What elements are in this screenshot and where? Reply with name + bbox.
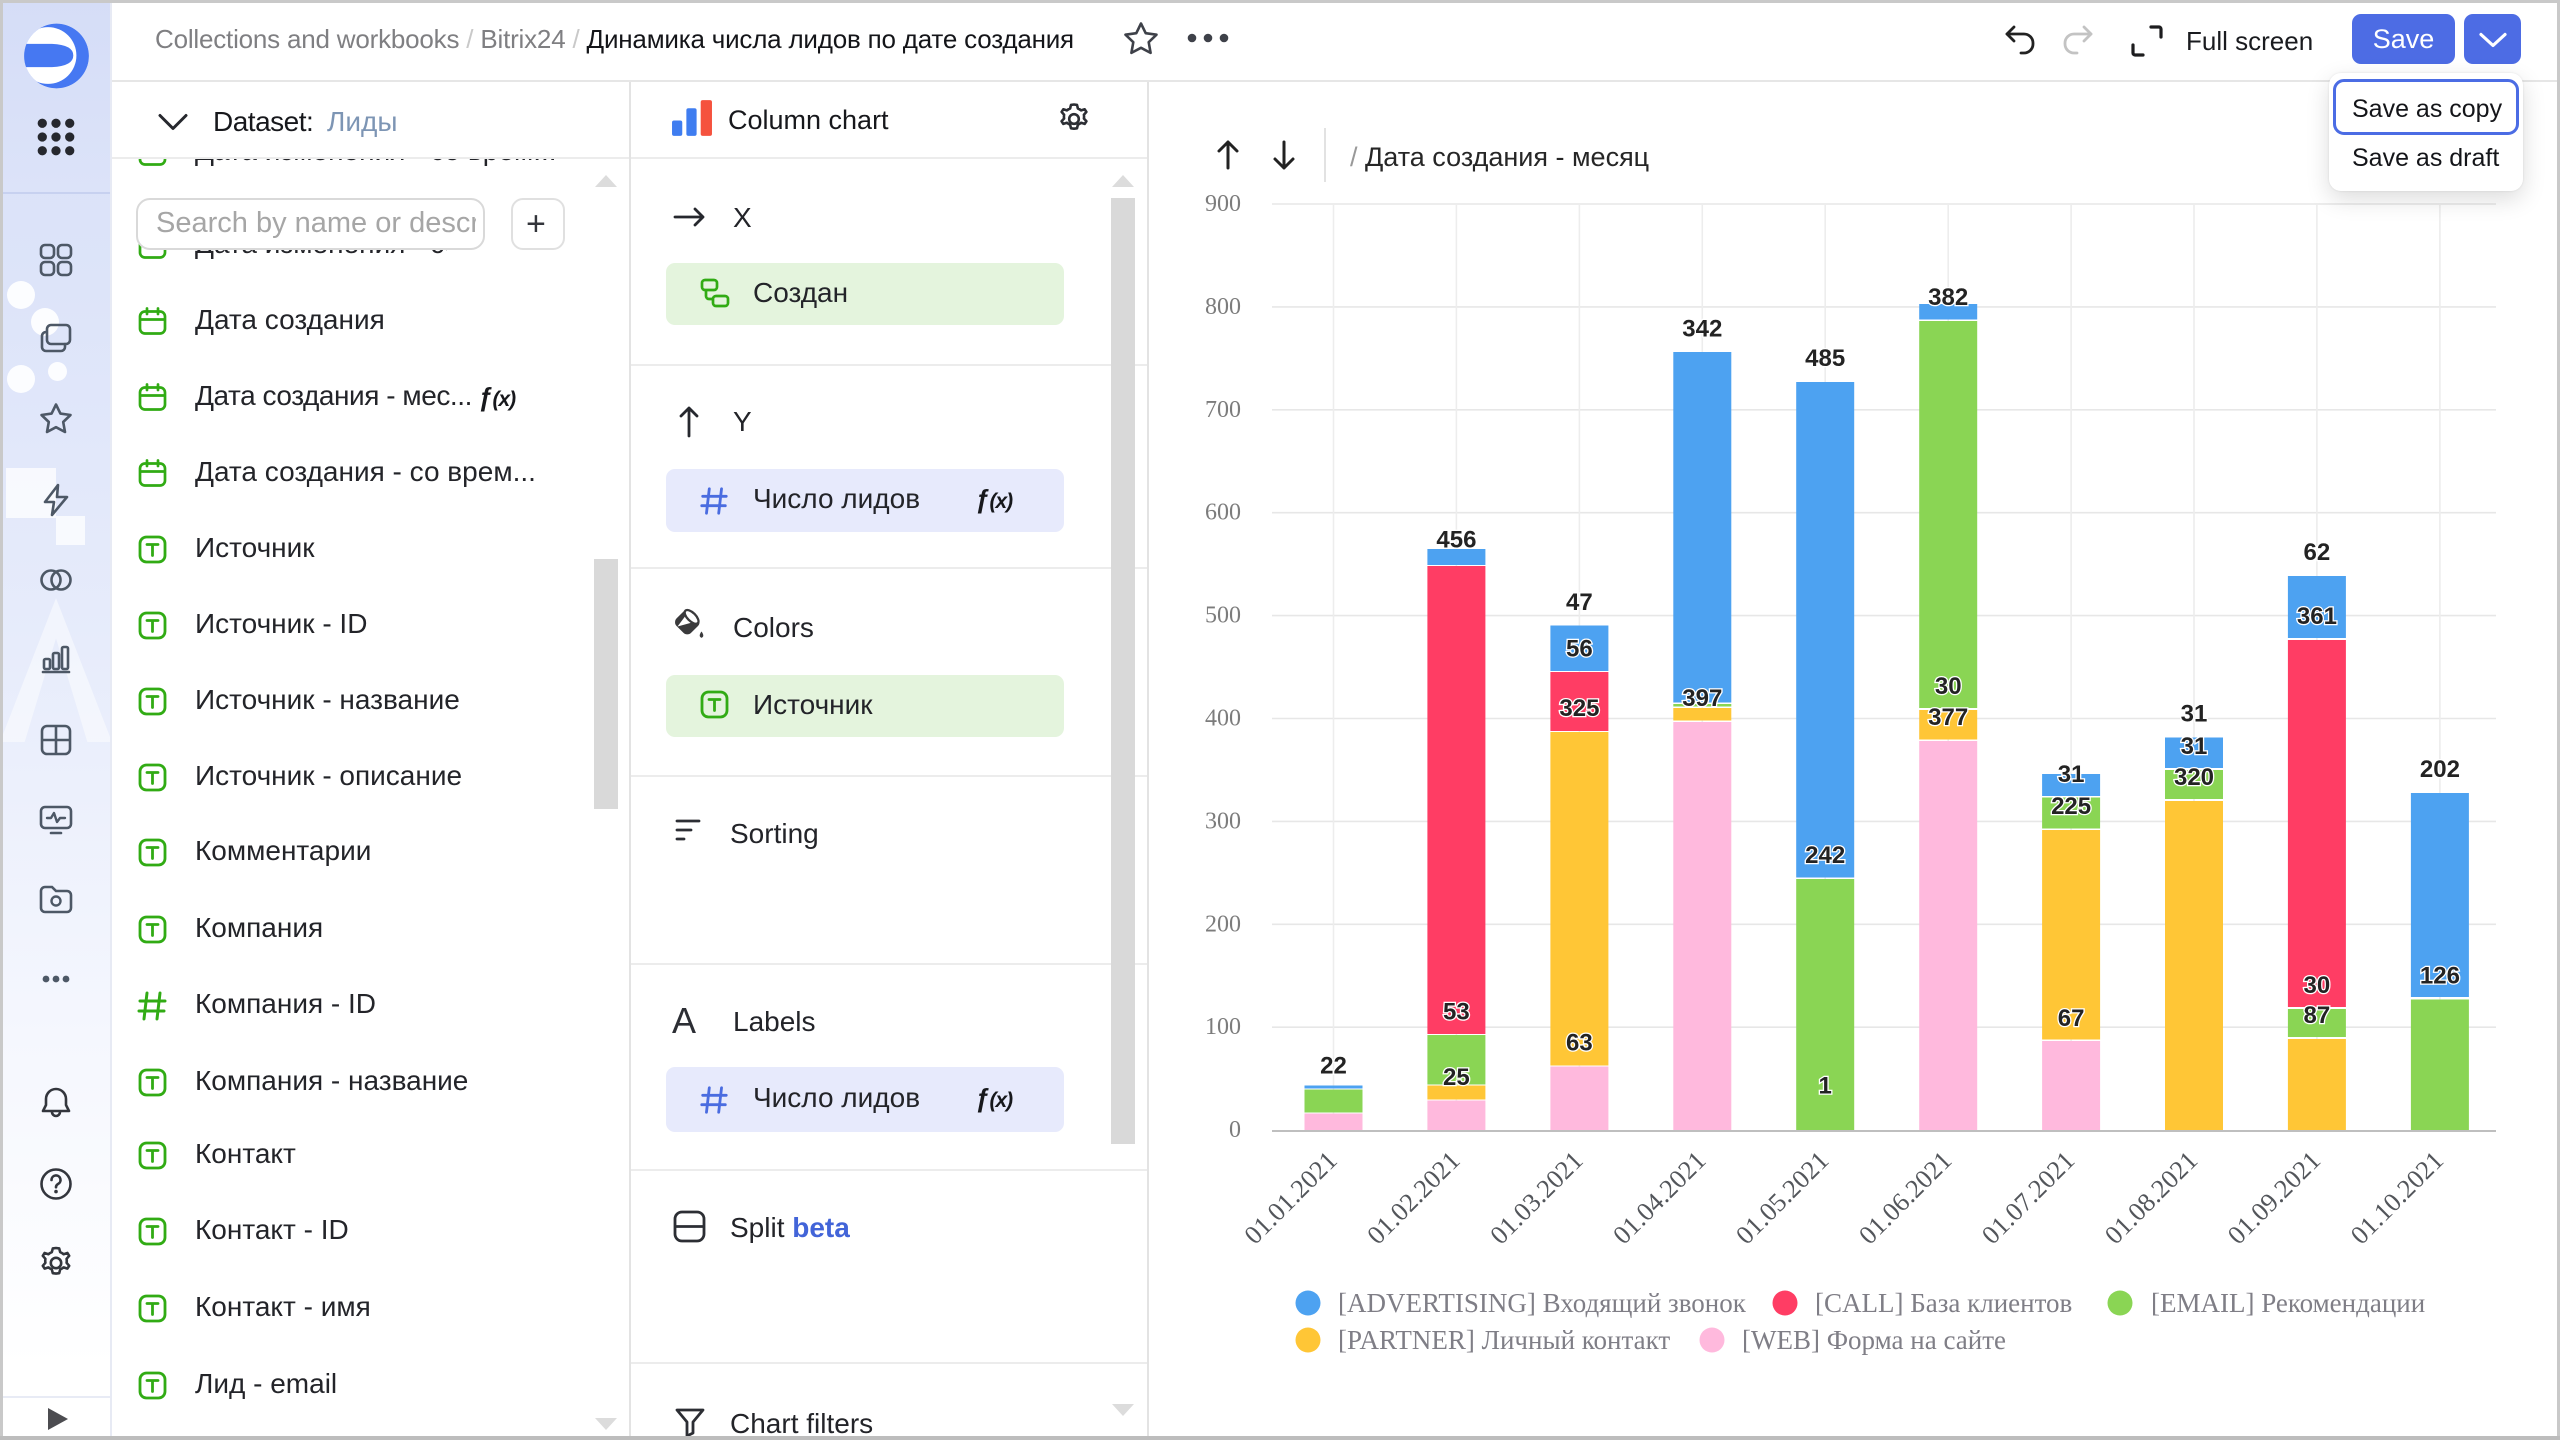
svg-text:202: 202 xyxy=(2420,756,2460,783)
svg-text:67: 67 xyxy=(2058,1005,2085,1032)
svg-text:/ Дата создания - месяц: / Дата создания - месяц xyxy=(1350,142,1649,172)
svg-text:30: 30 xyxy=(2304,972,2331,999)
svg-text:242: 242 xyxy=(1805,842,1845,869)
svg-text:56: 56 xyxy=(1566,636,1593,663)
svg-text:01.05.2021: 01.05.2021 xyxy=(1730,1146,1834,1250)
svg-text:900: 900 xyxy=(1205,191,1241,217)
svg-text:63: 63 xyxy=(1566,1030,1593,1057)
svg-text:62: 62 xyxy=(2304,539,2331,566)
svg-text:47: 47 xyxy=(1566,589,1593,616)
svg-text:[WEB] Форма на сайте: [WEB] Форма на сайте xyxy=(1742,1325,2006,1355)
svg-text:397: 397 xyxy=(1682,685,1722,712)
svg-text:500: 500 xyxy=(1205,603,1241,629)
svg-text:31: 31 xyxy=(2181,733,2208,760)
svg-text:600: 600 xyxy=(1205,500,1241,526)
svg-text:31: 31 xyxy=(2181,701,2208,728)
svg-text:[CALL] База клиентов: [CALL] База клиентов xyxy=(1815,1288,2072,1318)
svg-text:25: 25 xyxy=(1443,1064,1470,1091)
svg-text:87: 87 xyxy=(2304,1002,2331,1029)
svg-text:320: 320 xyxy=(2174,764,2214,791)
svg-text:53: 53 xyxy=(1443,999,1470,1026)
svg-text:300: 300 xyxy=(1205,808,1241,834)
svg-text:800: 800 xyxy=(1205,294,1241,320)
svg-text:456: 456 xyxy=(1436,527,1476,554)
svg-text:01.10.2021: 01.10.2021 xyxy=(2345,1146,2449,1250)
svg-text:01.01.2021: 01.01.2021 xyxy=(1239,1146,1343,1250)
svg-text:01.07.2021: 01.07.2021 xyxy=(1976,1146,2080,1250)
svg-text:485: 485 xyxy=(1805,345,1845,372)
svg-text:225: 225 xyxy=(2051,793,2091,820)
svg-text:01.08.2021: 01.08.2021 xyxy=(2099,1146,2203,1250)
svg-text:325: 325 xyxy=(1559,695,1599,722)
svg-text:1: 1 xyxy=(1819,1073,1832,1100)
svg-text:377: 377 xyxy=(1928,704,1968,731)
svg-text:30: 30 xyxy=(1935,673,1962,700)
svg-text:382: 382 xyxy=(1928,284,1968,311)
svg-text:700: 700 xyxy=(1205,397,1241,423)
svg-text:01.04.2021: 01.04.2021 xyxy=(1607,1146,1711,1250)
svg-text:01.09.2021: 01.09.2021 xyxy=(2222,1146,2326,1250)
svg-text:31: 31 xyxy=(2058,761,2085,788)
svg-text:126: 126 xyxy=(2420,963,2460,990)
svg-text:[PARTNER] Личный контакт: [PARTNER] Личный контакт xyxy=(1338,1325,1670,1355)
svg-text:01.03.2021: 01.03.2021 xyxy=(1484,1146,1588,1250)
svg-text:342: 342 xyxy=(1682,316,1722,343)
svg-text:22: 22 xyxy=(1320,1053,1347,1080)
svg-text:0: 0 xyxy=(1229,1117,1241,1143)
svg-text:01.02.2021: 01.02.2021 xyxy=(1361,1146,1465,1250)
svg-text:361: 361 xyxy=(2297,603,2337,630)
svg-text:[ADVERTISING] Входящий звонок: [ADVERTISING] Входящий звонок xyxy=(1338,1288,1747,1318)
svg-text:[EMAIL] Рекомендации: [EMAIL] Рекомендации xyxy=(2151,1288,2425,1318)
svg-text:100: 100 xyxy=(1205,1014,1241,1040)
svg-text:01.06.2021: 01.06.2021 xyxy=(1853,1146,1957,1250)
svg-text:200: 200 xyxy=(1205,911,1241,937)
svg-text:400: 400 xyxy=(1205,706,1241,732)
